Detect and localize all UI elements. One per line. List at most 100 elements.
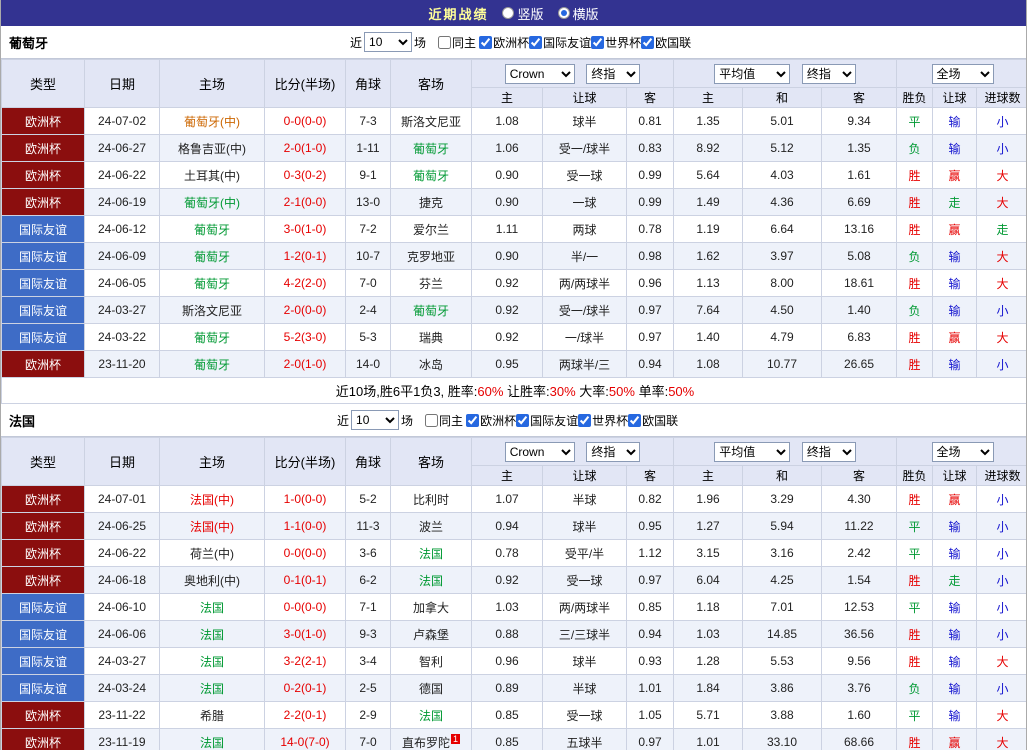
league-cell: 国际友谊 (2, 297, 85, 324)
asian-home-odds-cell: 0.92 (472, 324, 543, 351)
league-filter-euro: 欧洲杯 (479, 34, 529, 51)
handicap-cell: 球半 (543, 648, 627, 675)
layout-vertical-option: 竖版 (502, 4, 543, 23)
euro-draw-odds-cell: 5.94 (743, 513, 822, 540)
euro-away-odds-cell: 36.56 (822, 621, 897, 648)
result-cell: 负 (897, 675, 933, 702)
away-team-cell: 法国 (391, 540, 472, 567)
date-cell: 24-06-12 (85, 216, 160, 243)
corner-cell: 3-6 (346, 540, 391, 567)
date-cell: 23-11-20 (85, 351, 160, 378)
sub-goals-result: 进球数 (977, 466, 1027, 486)
asian-away-odds-cell: 1.01 (627, 675, 674, 702)
asian-away-odds-cell: 0.99 (627, 162, 674, 189)
match-row: 欧洲杯23-11-22希腊2-2(0-1)2-9法国0.85受一球1.055.7… (2, 702, 1027, 729)
recent-count-select[interactable]: 10 (351, 410, 399, 430)
goals-result-cell: 小 (977, 540, 1027, 567)
euro-cup-checkbox[interactable] (466, 414, 479, 427)
asian-away-odds-cell: 0.98 (627, 243, 674, 270)
asian-odds-time-select[interactable]: 终指 (586, 442, 640, 462)
asian-home-odds-cell: 0.85 (472, 702, 543, 729)
away-team: 爱尔兰 (413, 223, 449, 237)
sub-handicap: 让球 (543, 88, 627, 108)
friendly-checkbox[interactable] (516, 414, 529, 427)
home-team-cell: 希腊 (160, 702, 265, 729)
goals-result-cell: 小 (977, 486, 1027, 513)
home-team-cell: 葡萄牙(中) (160, 189, 265, 216)
match-row: 国际友谊24-06-09葡萄牙1-2(0-1)10-7克罗地亚0.90半/一0.… (2, 243, 1027, 270)
same-home-checkbox[interactable] (438, 36, 451, 49)
sub-home-euro: 主 (674, 466, 743, 486)
score-cell: 1-2(0-1) (265, 243, 346, 270)
match-row: 国际友谊24-03-27斯洛文尼亚2-0(0-0)2-4葡萄牙0.92受一/球半… (2, 297, 1027, 324)
col-date: 日期 (85, 60, 160, 108)
score-cell: 2-0(1-0) (265, 135, 346, 162)
recent-matches-table-1: 类型 日期 主场 比分(半场) 角球 客场 Crown 终指 平均值 终指 全场 (1, 59, 1027, 404)
handicap-cell: 球半 (543, 108, 627, 135)
league-filter-nationsleague: 欧国联 (628, 412, 678, 429)
match-row: 欧洲杯24-06-18奥地利(中)0-1(0-1)6-2法国0.92受一球0.9… (2, 567, 1027, 594)
same-home-checkbox[interactable] (425, 414, 438, 427)
asian-home-odds-cell: 0.96 (472, 648, 543, 675)
col-home: 主场 (160, 438, 265, 486)
team-name: 葡萄牙 (9, 33, 48, 52)
corner-cell: 9-1 (346, 162, 391, 189)
home-team: 格鲁吉亚(中) (178, 142, 246, 156)
euro-odds-time-select[interactable]: 终指 (802, 64, 856, 84)
vertical-radio-label: 竖版 (517, 4, 543, 23)
away-team-cell: 葡萄牙 (391, 135, 472, 162)
euro-away-odds-cell: 1.35 (822, 135, 897, 162)
sub-draw-euro: 和 (743, 466, 822, 486)
worldcup-checkbox[interactable] (578, 414, 591, 427)
bookmaker-select[interactable]: Crown (505, 64, 575, 84)
euro-odds-source-select[interactable]: 平均值 (714, 442, 790, 462)
score-cell: 0-2(0-1) (265, 675, 346, 702)
home-team-cell: 葡萄牙 (160, 351, 265, 378)
euro-odds-source-select[interactable]: 平均值 (714, 64, 790, 84)
home-team-cell: 葡萄牙(中) (160, 108, 265, 135)
euro-draw-odds-cell: 3.97 (743, 243, 822, 270)
match-row: 欧洲杯24-06-22土耳其(中)0-3(0-2)9-1葡萄牙0.90受一球0.… (2, 162, 1027, 189)
handicap-result-cell: 输 (933, 270, 977, 297)
bookmaker-select[interactable]: Crown (505, 442, 575, 462)
vertical-radio[interactable] (502, 7, 514, 19)
handicap-cell: 一球 (543, 189, 627, 216)
sub-goals-result: 进球数 (977, 88, 1027, 108)
scope-select[interactable]: 全场 (932, 442, 994, 462)
date-cell: 24-06-06 (85, 621, 160, 648)
euro-draw-odds-cell: 3.16 (743, 540, 822, 567)
date-cell: 24-06-18 (85, 567, 160, 594)
worldcup-checkbox[interactable] (591, 36, 604, 49)
euro-away-odds-cell: 68.66 (822, 729, 897, 750)
goals-result-cell: 小 (977, 297, 1027, 324)
asian-odds-time-select[interactable]: 终指 (586, 64, 640, 84)
matches-body: 欧洲杯24-07-01法国(中)1-0(0-0)5-2比利时1.07半球0.82… (2, 486, 1027, 750)
asian-home-odds-cell: 0.92 (472, 270, 543, 297)
home-team: 法国(中) (190, 520, 234, 534)
corner-cell: 7-2 (346, 216, 391, 243)
scope-select[interactable]: 全场 (932, 64, 994, 84)
horizontal-radio[interactable] (558, 7, 570, 19)
euro-cup-checkbox[interactable] (479, 36, 492, 49)
home-team: 土耳其(中) (184, 169, 240, 183)
home-team-cell: 葡萄牙 (160, 243, 265, 270)
nationsleague-checkbox[interactable] (641, 36, 654, 49)
team-name: 法国 (9, 411, 35, 430)
handicap-result-cell: 输 (933, 351, 977, 378)
euro-odds-time-select[interactable]: 终指 (802, 442, 856, 462)
friendly-checkbox[interactable] (529, 36, 542, 49)
away-team-cell: 葡萄牙 (391, 297, 472, 324)
result-cell: 胜 (897, 216, 933, 243)
corner-cell: 7-0 (346, 729, 391, 750)
nationsleague-checkbox[interactable] (628, 414, 641, 427)
goals-result-cell: 小 (977, 567, 1027, 594)
score-cell: 0-0(0-0) (265, 594, 346, 621)
recent-results-panel: 近期战绩 竖版 横版 葡萄牙 近 10 场 同主 欧洲杯 国际 (0, 0, 1027, 750)
result-cell: 胜 (897, 351, 933, 378)
score-cell: 0-0(0-0) (265, 540, 346, 567)
panel-title: 近期战绩 (428, 4, 488, 23)
euro-home-odds-cell: 1.19 (674, 216, 743, 243)
away-team: 法国 (419, 709, 443, 723)
sub-away-euro: 客 (822, 466, 897, 486)
recent-count-select[interactable]: 10 (364, 32, 412, 52)
